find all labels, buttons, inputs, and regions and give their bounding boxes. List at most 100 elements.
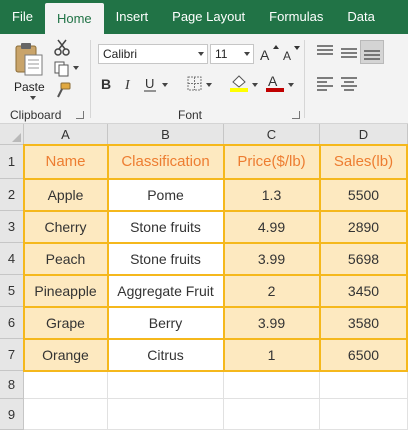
table-cell[interactable]: 3.99 [224, 307, 320, 339]
empty-cell[interactable] [224, 399, 320, 430]
column-header-a[interactable]: A [24, 124, 108, 145]
fill-color-dropdown-icon[interactable] [252, 83, 258, 87]
header-cell-price[interactable]: Price($/lb) [224, 145, 320, 179]
empty-cell[interactable] [108, 371, 224, 399]
ribbon: Paste Clipboard Calibri 11 A A B I U A F… [0, 34, 408, 124]
table-cell[interactable]: 6500 [320, 339, 408, 371]
increase-font-icon[interactable]: A [258, 44, 280, 64]
table-cell[interactable]: Stone fruits [108, 211, 224, 243]
row-header-8[interactable]: 8 [0, 371, 24, 399]
paste-dropdown-icon[interactable] [30, 96, 36, 100]
empty-cell[interactable] [224, 371, 320, 399]
table-cell[interactable]: Cherry [24, 211, 108, 243]
table-cell[interactable]: 3.99 [224, 243, 320, 275]
tab-home[interactable]: Home [44, 3, 104, 34]
column-header-b[interactable]: B [108, 124, 224, 145]
empty-cell[interactable] [24, 399, 108, 430]
paste-button[interactable]: Paste [8, 40, 48, 100]
table-cell[interactable]: Pome [108, 179, 224, 211]
font-size-select[interactable]: 11 [210, 44, 254, 64]
table-cell[interactable]: Berry [108, 307, 224, 339]
borders-dropdown-icon[interactable] [206, 83, 212, 87]
table-gridline [23, 338, 408, 340]
tab-formulas[interactable]: Formulas [257, 0, 335, 34]
row-header-2[interactable]: 2 [0, 179, 24, 211]
paste-label: Paste [14, 80, 45, 94]
header-cell-name[interactable]: Name [24, 145, 108, 179]
copy-dropdown-icon[interactable] [73, 66, 79, 70]
underline-dropdown-icon[interactable] [162, 83, 168, 87]
row-header-5[interactable]: 5 [0, 275, 24, 307]
column-header-d[interactable]: D [320, 124, 408, 145]
table-cell[interactable]: Aggregate Fruit [108, 275, 224, 307]
row-header-3[interactable]: 3 [0, 211, 24, 243]
table-cell[interactable]: Grape [24, 307, 108, 339]
ribbon-tab-bar: File Home Insert Page Layout Formulas Da… [0, 0, 408, 34]
align-bottom-button[interactable] [360, 40, 384, 64]
format-painter-icon[interactable] [52, 82, 72, 100]
table-cell[interactable]: 1 [224, 339, 320, 371]
svg-text:B: B [101, 76, 111, 92]
font-launcher-icon[interactable] [292, 111, 300, 119]
select-all-corner[interactable] [0, 124, 24, 145]
paste-icon [15, 43, 43, 76]
table-cell[interactable]: 5698 [320, 243, 408, 275]
row-header-7[interactable]: 7 [0, 339, 24, 371]
clipboard-launcher-icon[interactable] [76, 111, 84, 119]
copy-icon[interactable] [52, 60, 72, 78]
empty-cell[interactable] [108, 399, 224, 430]
row-header-1[interactable]: 1 [0, 145, 24, 179]
table-cell[interactable]: 3450 [320, 275, 408, 307]
table-cell[interactable]: 2890 [320, 211, 408, 243]
svg-text:A: A [283, 49, 291, 63]
empty-cell[interactable] [320, 399, 408, 430]
table-cell[interactable]: 5500 [320, 179, 408, 211]
font-color-icon[interactable]: A [264, 72, 286, 92]
table-cell[interactable]: Apple [24, 179, 108, 211]
table-cell[interactable]: Citrus [108, 339, 224, 371]
clipboard-group-label: Clipboard [10, 108, 62, 122]
table-cell[interactable]: Orange [24, 339, 108, 371]
row-header-4[interactable]: 4 [0, 243, 24, 275]
table-cell[interactable]: 3580 [320, 307, 408, 339]
underline-icon[interactable]: U [140, 74, 162, 94]
align-middle-icon[interactable] [338, 42, 360, 62]
bold-icon[interactable]: B [96, 74, 118, 94]
align-left-icon[interactable] [314, 74, 336, 94]
font-size-value: 11 [215, 47, 228, 61]
table-cell[interactable]: 1.3 [224, 179, 320, 211]
table-cell[interactable]: 2 [224, 275, 320, 307]
decrease-font-icon[interactable]: A [280, 44, 302, 64]
tab-page-layout[interactable]: Page Layout [160, 0, 257, 34]
header-cell-classification[interactable]: Classification [108, 145, 224, 179]
table-cell[interactable]: Pineapple [24, 275, 108, 307]
tab-data[interactable]: Data [335, 0, 386, 34]
header-cell-sales[interactable]: Sales(lb) [320, 145, 408, 179]
borders-icon[interactable] [184, 74, 206, 94]
table-gridline [23, 274, 408, 276]
font-name-select[interactable]: Calibri [98, 44, 208, 64]
table-cell[interactable]: 4.99 [224, 211, 320, 243]
cut-icon[interactable] [52, 38, 72, 56]
table-cell[interactable]: Peach [24, 243, 108, 275]
fill-color-icon[interactable] [228, 72, 250, 92]
font-name-value: Calibri [103, 47, 138, 61]
group-divider [304, 40, 305, 118]
row-header-6[interactable]: 6 [0, 307, 24, 339]
row-header-9[interactable]: 9 [0, 399, 24, 430]
italic-icon[interactable]: I [118, 74, 140, 94]
table-cell[interactable]: Stone fruits [108, 243, 224, 275]
tab-insert[interactable]: Insert [104, 0, 161, 34]
worksheet-grid[interactable]: A B C D 1 2 3 4 5 6 7 8 9 Name Classific… [0, 124, 408, 430]
align-center-icon[interactable] [338, 74, 360, 94]
table-gridline [23, 178, 408, 180]
empty-cell[interactable] [24, 371, 108, 399]
align-top-icon[interactable] [314, 42, 336, 62]
table-gridline [23, 242, 408, 244]
svg-text:I: I [124, 78, 131, 93]
column-header-c[interactable]: C [224, 124, 320, 145]
empty-cell[interactable] [320, 371, 408, 399]
tab-file[interactable]: File [0, 0, 45, 34]
svg-text:U: U [145, 76, 154, 91]
font-color-dropdown-icon[interactable] [288, 83, 294, 87]
